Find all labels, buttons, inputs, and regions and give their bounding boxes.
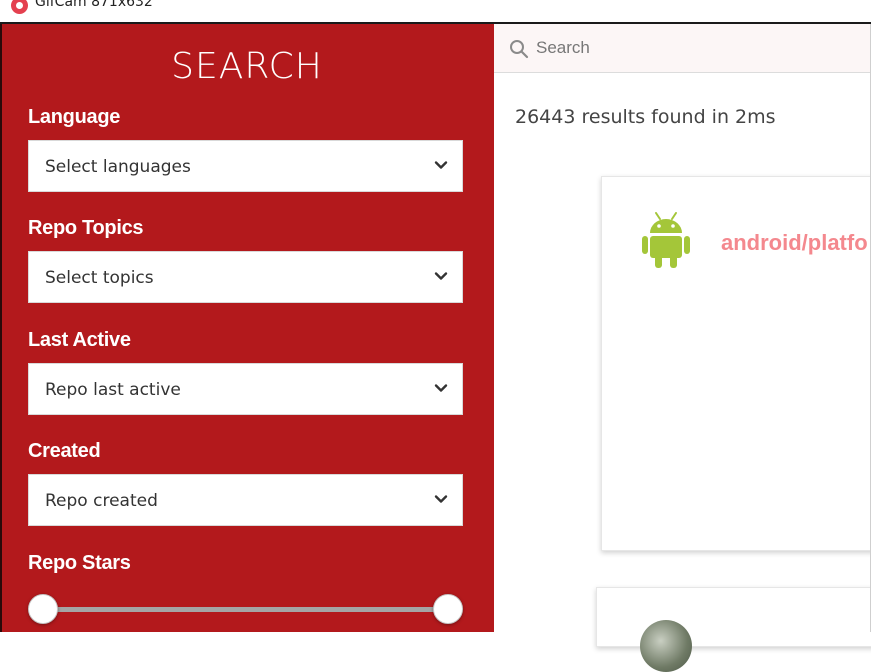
chevron-down-icon: [434, 384, 448, 392]
created-label: Created: [28, 440, 101, 462]
search-bar: [494, 24, 871, 73]
chevron-down-icon: [434, 495, 448, 503]
repo-stars-min-handle[interactable]: [28, 594, 58, 624]
gifcam-app-icon: [11, 0, 28, 14]
repo-card-title[interactable]: android/platfo: [721, 230, 868, 256]
chevron-down-icon: [434, 272, 448, 280]
repo-card[interactable]: [596, 587, 871, 672]
search-icon: [510, 40, 529, 59]
search-input[interactable]: [536, 33, 861, 63]
last-active-select-placeholder: Repo last active: [45, 380, 181, 400]
results-panel: 26443 results found in 2ms android/platf…: [494, 24, 871, 672]
repo-stars-slider-track[interactable]: [42, 607, 450, 612]
repo-stars-max-handle[interactable]: [433, 594, 463, 624]
search-sidebar: SEARCH Language Select languages Repo To…: [0, 24, 494, 632]
last-active-label: Last Active: [28, 329, 131, 351]
repo-owner-avatar: [640, 620, 692, 672]
created-select-placeholder: Repo created: [45, 491, 158, 511]
repo-topics-label: Repo Topics: [28, 217, 144, 239]
results-count: 26443 results found in 2ms: [515, 106, 776, 128]
android-icon: [642, 212, 690, 268]
last-active-select[interactable]: Repo last active: [28, 363, 463, 415]
chevron-down-icon: [434, 161, 448, 169]
window-title: GifCam 871x632: [35, 0, 153, 10]
language-select[interactable]: Select languages: [28, 140, 463, 192]
repo-card[interactable]: android/platfo: [601, 176, 871, 551]
repo-stars-label: Repo Stars: [28, 552, 131, 574]
sidebar-title: SEARCH: [171, 46, 323, 87]
repo-topics-select-placeholder: Select topics: [45, 268, 154, 288]
window-titlebar: GifCam 871x632: [0, 0, 871, 24]
language-select-placeholder: Select languages: [45, 157, 191, 177]
created-select[interactable]: Repo created: [28, 474, 463, 526]
language-label: Language: [28, 106, 121, 128]
repo-topics-select[interactable]: Select topics: [28, 251, 463, 303]
